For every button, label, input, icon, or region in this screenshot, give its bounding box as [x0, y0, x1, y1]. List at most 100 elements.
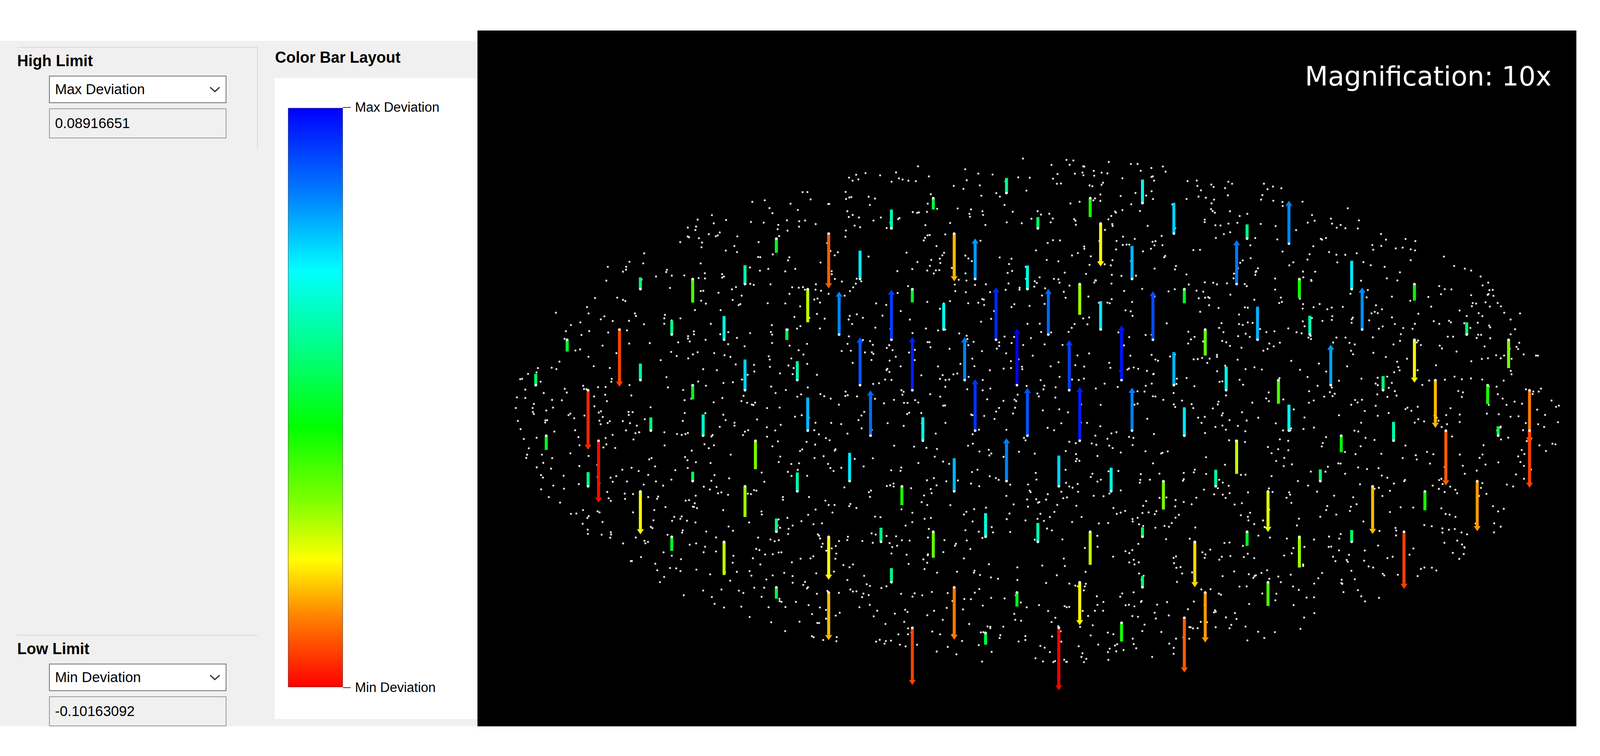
dropdown-value[interactable]: Max Deviation — [55, 81, 208, 98]
deviation-vector — [1180, 616, 1188, 673]
deviation-vector — [1431, 378, 1439, 428]
max-label: Max Deviation — [354, 99, 440, 116]
deviation-vector — [1044, 288, 1052, 337]
deviation-vector — [921, 417, 924, 443]
deviation-vector — [879, 527, 883, 544]
deviation-vector — [795, 360, 799, 382]
deviation-vector — [1076, 386, 1083, 442]
deviation-vector — [856, 337, 864, 387]
color-bar-box: Max Deviation Min Deviation — [274, 78, 478, 719]
tick-mark — [342, 687, 351, 689]
deviation-vector — [743, 359, 747, 392]
deviation-vector — [1327, 344, 1335, 387]
deviation-vector — [961, 336, 969, 382]
deviation-vector — [1392, 422, 1396, 443]
deviation-vector — [1183, 407, 1186, 438]
deviation-vector — [1287, 404, 1291, 433]
deviation-vector — [1442, 429, 1450, 486]
deviation-vector — [1078, 282, 1081, 316]
deviation-vector — [1183, 287, 1186, 304]
deviation-vector — [1005, 177, 1008, 195]
settings-panel: High LimitMax Deviation0.08916651Low Lim… — [0, 40, 478, 727]
mode-dropdown[interactable]: Max Deviation — [48, 75, 227, 104]
deviation-vector — [544, 434, 548, 450]
deviation-vector — [950, 586, 958, 640]
deviation-vector — [1410, 338, 1418, 383]
deviation-vector — [1264, 489, 1272, 533]
deviation-vector — [1423, 489, 1427, 511]
deviation-vector — [1036, 523, 1040, 544]
deviation-vector — [565, 338, 569, 352]
color-bar-group: Color Bar LayoutMax DeviationMin Deviati… — [266, 40, 478, 727]
chevron-down-icon — [207, 84, 223, 95]
deviation-vector — [1486, 383, 1490, 404]
deviation-vector — [1130, 245, 1134, 281]
deviation-vector — [992, 287, 1000, 341]
deviation-vector — [584, 388, 592, 450]
deviation-vector — [908, 626, 916, 686]
deviation-vector — [586, 471, 590, 488]
deviation-vector — [1099, 301, 1102, 331]
deviation-vector — [848, 452, 851, 483]
deviation-vector — [1298, 277, 1301, 298]
deviation-vector — [1350, 529, 1353, 544]
deviation-vector — [1224, 366, 1228, 392]
limit-value-field[interactable]: -0.10163092 — [48, 696, 227, 727]
dropdown-value[interactable]: Min Deviation — [55, 669, 208, 686]
max-label-row: Max Deviation — [342, 99, 440, 116]
deviation-vector — [984, 513, 987, 539]
deviation-vector — [825, 232, 833, 289]
deviation-vector — [649, 417, 652, 432]
deviation-vector — [775, 518, 778, 533]
deviation-vector — [1526, 429, 1533, 488]
deviation-vector — [670, 535, 674, 551]
deviation-vector — [1015, 590, 1019, 607]
deviation-vector — [795, 472, 799, 493]
deviation-vector — [971, 379, 979, 432]
deviation-vector — [1172, 351, 1175, 387]
deviation-viewport[interactable]: Magnification: 10x — [477, 30, 1577, 727]
deviation-vector — [1120, 621, 1123, 642]
deviation-vector — [1076, 581, 1083, 626]
limit-value-field[interactable]: 0.08916651 — [48, 108, 227, 139]
deviation-vector — [639, 363, 642, 382]
deviation-vector — [1141, 575, 1144, 589]
deviation-vector — [1381, 376, 1385, 392]
min-label-row: Min Deviation — [342, 679, 440, 696]
deviation-vector — [1162, 480, 1165, 510]
deviation-vector — [1350, 260, 1353, 291]
deviation-vector — [595, 439, 603, 503]
high-limit-group: High LimitMax Deviation0.08916651 — [17, 46, 258, 150]
deviation-plot — [477, 30, 1577, 727]
deviation-vector — [1413, 282, 1416, 301]
deviation-vector — [615, 328, 623, 387]
deviation-vector — [1358, 287, 1366, 331]
deviation-vector — [1285, 200, 1293, 245]
deviation-vector — [1097, 222, 1105, 267]
deviation-vector — [722, 540, 726, 576]
deviation-vector — [1191, 540, 1199, 588]
deviation-vector — [890, 568, 893, 584]
magnification-label: Magnification: 10x — [1305, 60, 1552, 92]
deviation-vector — [825, 535, 833, 580]
deviation-vector — [743, 484, 747, 518]
deviation-vector — [1465, 322, 1469, 337]
deviation-vector — [636, 489, 644, 535]
deviation-vector — [1172, 202, 1175, 236]
deviation-vector — [1256, 306, 1259, 341]
deviation-vector — [890, 209, 893, 230]
mode-dropdown[interactable]: Min Deviation — [48, 663, 227, 692]
deviation-vector — [1369, 484, 1377, 534]
deviation-vector — [1277, 378, 1280, 404]
deviation-vector — [1141, 527, 1144, 539]
deviation-vector — [743, 265, 747, 286]
tick-mark — [342, 107, 351, 108]
deviation-vector — [1128, 387, 1136, 432]
deviation-vector — [691, 383, 695, 400]
deviation-vector — [1235, 439, 1239, 475]
deviation-vector — [1055, 626, 1063, 691]
deviation-vector — [908, 336, 916, 392]
low-limit-group: Low LimitMin Deviation-0.10163092 — [17, 634, 258, 727]
deviation-vector — [942, 303, 946, 331]
deviation-vector — [1214, 469, 1218, 488]
